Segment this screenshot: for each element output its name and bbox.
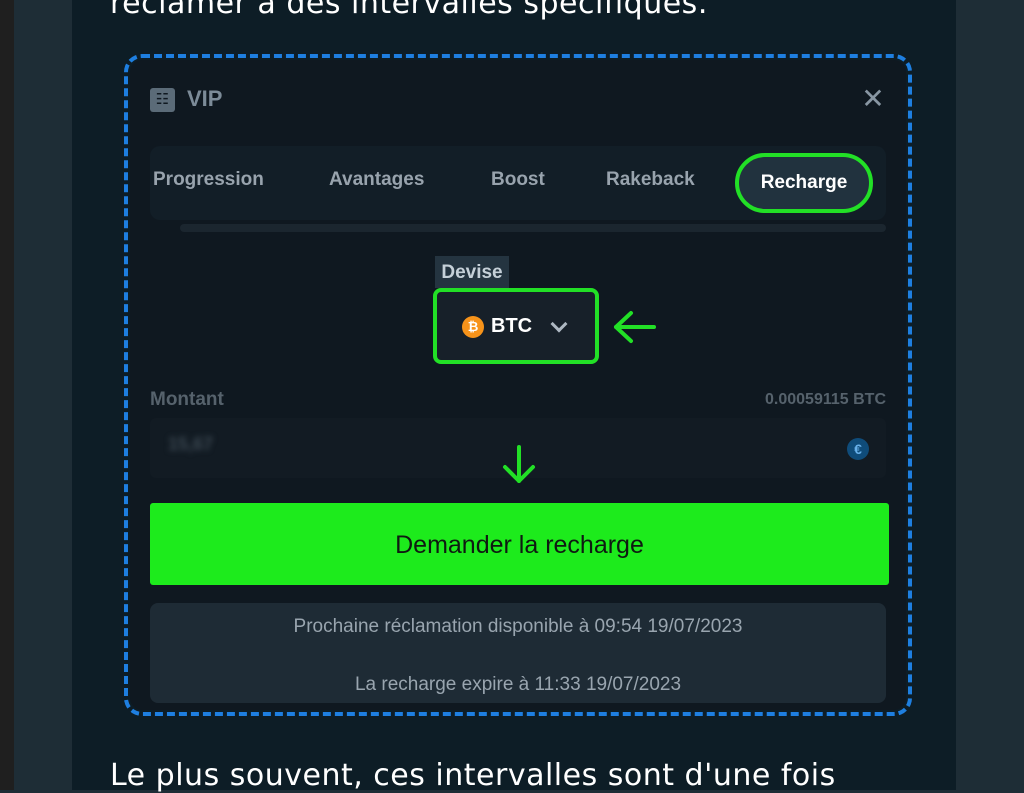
vip-list-icon: ☷ bbox=[150, 88, 175, 112]
currency-selected-value: BTC bbox=[491, 315, 533, 337]
left-edge-strip bbox=[0, 0, 14, 790]
arrow-down-icon bbox=[503, 445, 535, 483]
recharge-expiry-text: La recharge expire à 11:33 19/07/2023 bbox=[354, 674, 682, 695]
amount-label: Montant bbox=[150, 389, 224, 410]
modal-title: VIP bbox=[187, 86, 223, 111]
tab-recharge[interactable]: Recharge bbox=[735, 153, 873, 213]
currency-label: Devise bbox=[435, 256, 509, 288]
euro-icon: € bbox=[847, 438, 869, 460]
bitcoin-icon: ₿ bbox=[462, 316, 484, 338]
tab-rakeback[interactable]: Rakeback bbox=[606, 169, 695, 191]
tab-progression[interactable]: Progression bbox=[153, 169, 264, 191]
close-button[interactable]: ✕ bbox=[858, 84, 888, 114]
article-bottom-text: Le plus souvent, ces intervalles sont d'… bbox=[110, 758, 836, 793]
tab-boost[interactable]: Boost bbox=[491, 169, 545, 191]
article-top-text: réclamer à des intervalles spécifiques. bbox=[110, 0, 708, 21]
amount-btc-balance: 0.00059115 BTC bbox=[765, 391, 886, 408]
tabs-scrollbar[interactable] bbox=[180, 224, 886, 232]
arrow-left-icon bbox=[614, 311, 656, 343]
tab-avantages[interactable]: Avantages bbox=[329, 169, 424, 191]
next-claim-text: Prochaine réclamation disponible à 09:54… bbox=[293, 616, 743, 637]
amount-value: 15,67 bbox=[168, 434, 214, 454]
request-recharge-button[interactable]: Demander la recharge bbox=[150, 503, 889, 585]
